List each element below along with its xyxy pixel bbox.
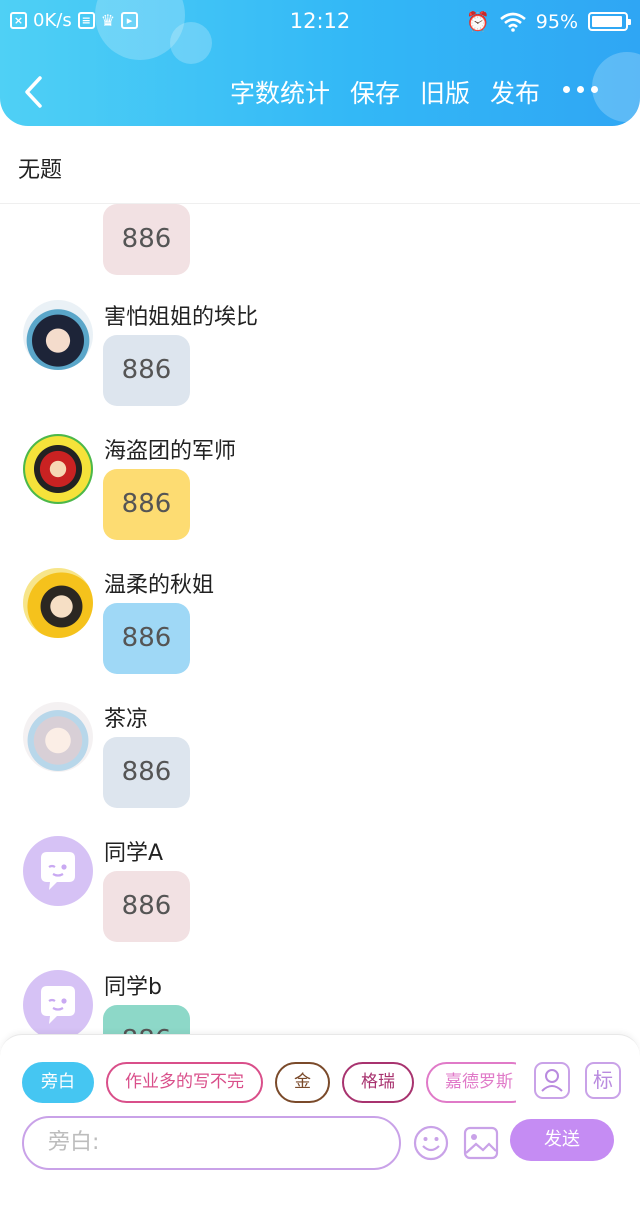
status-bar: × 0K/s ≡ ♛ ▸ 12:12 ⏰ 95% (0, 0, 640, 44)
header-actions: 字数统计 保存 旧版 发布 (230, 74, 540, 110)
chat-bubble-avatar[interactable] (23, 836, 93, 906)
header: × 0K/s ≡ ♛ ▸ 12:12 ⏰ 95% 字数统计 保存 旧版 发布 (0, 0, 640, 126)
message-item[interactable]: 温柔的秋姐 886 (0, 565, 640, 699)
message-bubble[interactable]: 886 (103, 335, 190, 406)
alarm-icon: ⏰ (466, 11, 490, 33)
message-item[interactable]: 886 (0, 204, 640, 275)
speaker-name: 同学b (104, 975, 162, 1000)
dot-icon (577, 86, 584, 93)
title-bar: 无题 (0, 126, 640, 204)
story-title[interactable]: 无题 (18, 152, 62, 184)
character-avatar[interactable] (23, 434, 93, 504)
message-bubble[interactable]: 886 (103, 204, 190, 275)
speaker-name: 海盗团的军师 (104, 439, 237, 464)
chat-bubble-icon (41, 852, 75, 890)
word-count-button[interactable]: 字数统计 (230, 74, 330, 110)
message-bubble[interactable]: 886 (103, 469, 190, 540)
emoji-button[interactable] (412, 1124, 450, 1162)
character-avatar[interactable] (23, 702, 93, 772)
role-chip[interactable]: 金 (275, 1062, 330, 1103)
decor-bubble (592, 52, 640, 122)
speaker-name: 茶凉 (104, 707, 149, 732)
save-button[interactable]: 保存 (350, 74, 400, 110)
role-selector[interactable]: 旁白 作业多的写不完金格瑞 嘉德罗斯 (22, 1062, 516, 1104)
message-item[interactable]: 同学b 886 (0, 967, 640, 1034)
role-chip[interactable]: 作业多的写不完 (106, 1062, 263, 1103)
more-menu-button[interactable] (563, 86, 598, 93)
battery-fill (592, 16, 623, 27)
role-chip[interactable]: 嘉德罗斯 (426, 1062, 516, 1103)
message-item[interactable]: 茶凉 886 (0, 699, 640, 833)
app-root: × 0K/s ≡ ♛ ▸ 12:12 ⏰ 95% 字数统计 保存 旧版 发布 无… (0, 0, 640, 1205)
dot-icon (591, 86, 598, 93)
battery-icon (588, 12, 631, 31)
message-item[interactable]: 海盗团的军师 886 (0, 431, 640, 565)
image-button[interactable] (462, 1124, 500, 1162)
message-item[interactable]: 害怕姐姐的埃比 886 (0, 297, 640, 431)
composer: 旁白 作业多的写不完金格瑞 嘉德罗斯 标 旁白: 发送 (0, 1034, 640, 1205)
chat-bubble-icon (41, 986, 75, 1024)
send-button[interactable]: 发送 (510, 1119, 614, 1161)
person-icon (541, 1069, 563, 1092)
message-bubble[interactable]: 886 (103, 737, 190, 808)
message-input[interactable]: 旁白: (22, 1116, 401, 1170)
message-item[interactable]: 同学A 886 (0, 833, 640, 967)
message-list[interactable]: 886 害怕姐姐的埃比 886 海盗团的军师 886 温柔的秋姐 886 茶凉 … (0, 204, 640, 1034)
tag-button[interactable]: 标 (585, 1062, 621, 1099)
old-version-button[interactable]: 旧版 (420, 74, 470, 110)
character-avatar[interactable] (23, 568, 93, 638)
wifi-icon (499, 12, 526, 32)
back-button[interactable] (20, 74, 50, 110)
add-character-button[interactable] (534, 1062, 570, 1099)
message-bubble[interactable]: 886 (103, 871, 190, 942)
chat-bubble-avatar[interactable] (23, 970, 93, 1034)
dot-icon (563, 86, 570, 93)
message-bubble[interactable]: 886 (103, 1005, 190, 1034)
speaker-name: 同学A (104, 841, 164, 866)
publish-button[interactable]: 发布 (490, 74, 540, 110)
role-chip[interactable]: 格瑞 (342, 1062, 414, 1103)
message-bubble[interactable]: 886 (103, 603, 190, 674)
speaker-name: 温柔的秋姐 (104, 573, 215, 598)
character-avatar[interactable] (23, 300, 93, 370)
role-chip-narrator[interactable]: 旁白 (22, 1062, 94, 1103)
speaker-name: 害怕姐姐的埃比 (104, 305, 259, 330)
battery-text: 95% (535, 10, 578, 33)
